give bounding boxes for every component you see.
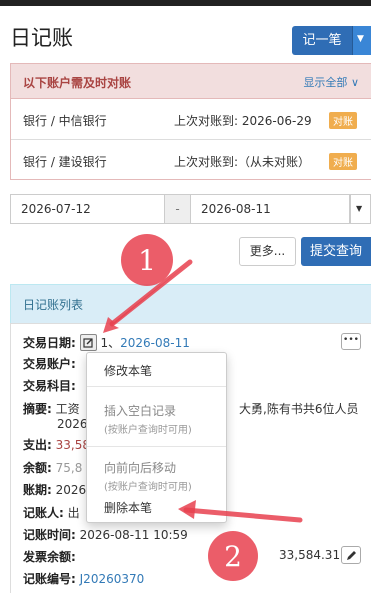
more-actions-button[interactable]: ••• — [341, 333, 361, 350]
summary-year: 2026 — [57, 417, 88, 431]
start-date-input[interactable]: 2026-07-12 — [10, 194, 165, 224]
reconcile-badge[interactable]: 对账 — [329, 153, 357, 170]
menu-item-edit[interactable]: 修改本笔 — [104, 362, 152, 379]
menu-item-move-hint: (按账户查询时可用) — [104, 482, 192, 493]
date-link[interactable]: 2026-08-11 — [120, 336, 190, 350]
date-field: 交易日期: 1、2026-08-11 — [23, 334, 190, 351]
date-range: 2026-07-12 - 2026-08-11 ▼ — [10, 194, 371, 224]
alert-header: 以下账户需及时对账 显示全部 ∨ — [11, 64, 371, 99]
menu-divider — [87, 386, 226, 387]
menu-item-insert-hint: (按账户查询时可用) — [104, 425, 192, 436]
menu-divider — [87, 446, 226, 447]
date-separator: - — [165, 194, 190, 224]
context-menu: 修改本笔 插入空白记录 (按账户查询时可用) 向前向后移动 (按账户查询时可用)… — [86, 352, 227, 523]
last-reconcile: 上次对账到:（从未对账） — [174, 155, 311, 169]
reconcile-alert: 以下账户需及时对账 显示全部 ∨ 银行 / 中信银行 上次对账到: 2026-0… — [10, 63, 371, 180]
expense-field: 支出: 33,58 — [23, 438, 90, 452]
record-time-field: 记账时间: 2026-08-11 10:59 — [23, 528, 188, 542]
menu-item-move[interactable]: 向前向后移动 — [104, 459, 176, 476]
invoice-amount: 33,584.31 — [279, 548, 341, 562]
add-entry-label: 记一笔 — [302, 33, 342, 48]
alert-row: 银行 / 中信银行 上次对账到: 2026-06-29 对账 — [11, 100, 371, 140]
balance-field: 余额: 75,8 — [23, 461, 83, 475]
date-dropdown[interactable]: ▼ — [350, 194, 371, 224]
invoice-field: 发票余额: — [23, 550, 76, 564]
account-field: 交易账户: — [23, 357, 76, 371]
add-entry-button[interactable]: 记一笔 ▼ — [292, 26, 371, 55]
recorder-field: 记账人: 出 — [23, 506, 80, 520]
number-field: 记账编号: J20260370 — [23, 572, 145, 586]
alert-title: 以下账户需及时对账 — [23, 76, 132, 90]
add-dropdown-toggle[interactable]: ▼ — [352, 26, 371, 55]
caret-down-icon: ▼ — [356, 204, 363, 213]
summary-field: 摘要: 工资 — [23, 402, 80, 416]
reconcile-badge[interactable]: 对账 — [329, 112, 357, 129]
pencil-icon[interactable] — [341, 546, 361, 564]
last-reconcile: 上次对账到: 2026-06-29 — [174, 114, 312, 128]
period-field: 账期: 2026 — [23, 483, 87, 497]
top-bar — [0, 0, 371, 6]
more-button[interactable]: 更多... — [239, 237, 296, 266]
annotation-label-1: 1 — [138, 244, 156, 277]
summary-continued: 大勇,陈有书共6位人员 — [239, 402, 359, 416]
page-title: 日记账 — [10, 26, 73, 50]
list-title: 日记账列表 — [23, 298, 84, 312]
edit-icon[interactable] — [79, 334, 97, 351]
subject-field: 交易科目: — [23, 379, 76, 393]
account-name: 银行 / 建设银行 — [23, 155, 107, 169]
end-date-input[interactable]: 2026-08-11 — [190, 194, 350, 224]
menu-item-insert[interactable]: 插入空白记录 — [104, 402, 176, 419]
account-name: 银行 / 中信银行 — [23, 114, 107, 128]
chevron-down-icon: ∨ — [350, 76, 359, 89]
annotation-marker-1 — [121, 234, 173, 286]
caret-down-icon: ▼ — [357, 34, 364, 44]
list-panel-heading: 日记账列表 — [10, 284, 371, 324]
menu-item-delete[interactable]: 删除本笔 — [104, 499, 152, 516]
show-all-link[interactable]: 显示全部 ∨ — [303, 74, 359, 90]
submit-query-button[interactable]: 提交查询 — [301, 237, 371, 266]
alert-row: 银行 / 建设银行 上次对账到:（从未对账） 对账 — [11, 141, 371, 181]
